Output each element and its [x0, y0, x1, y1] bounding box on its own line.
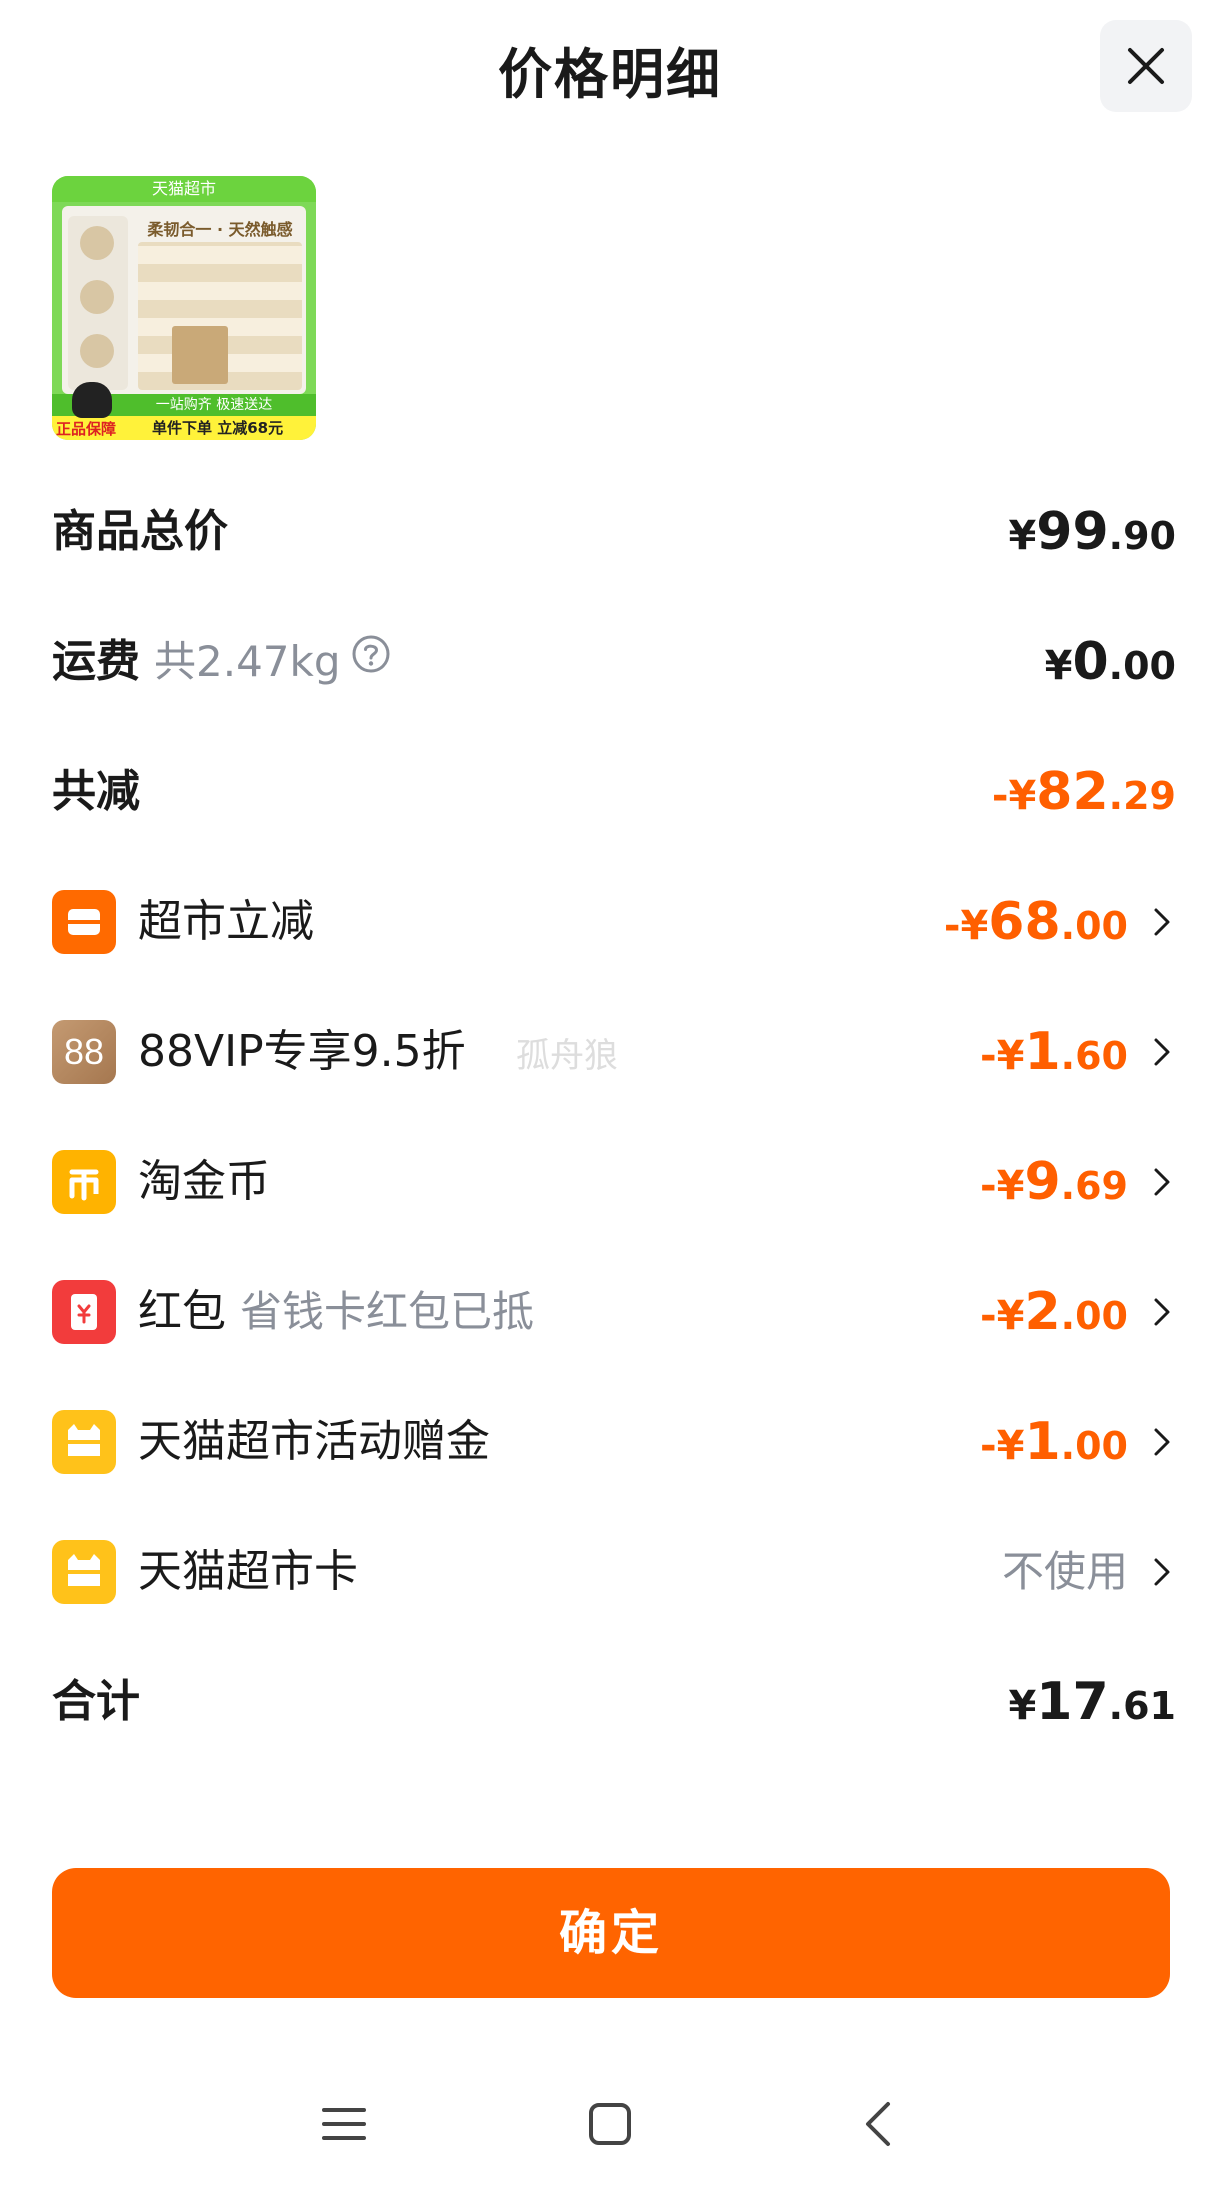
product-thumbnail[interactable]: 天猫超市 柔韧合一 · 天然触感 一站购齐 极速送达 单件下单 立减68元 正品…	[52, 176, 316, 440]
total-discount-amount: -¥82.29	[991, 762, 1176, 822]
red-packet-label: 红包 省钱卡红包已抵	[138, 1286, 535, 1337]
coins-amount: -¥9.69	[980, 1152, 1128, 1212]
row-coins[interactable]: 淘金币 -¥9.69	[52, 1142, 1176, 1222]
red-packet-amount: -¥2.00	[980, 1282, 1128, 1342]
tmall-cat-logo	[72, 382, 112, 418]
question-circle-icon[interactable]	[351, 620, 391, 700]
supermarket-icon	[52, 890, 116, 954]
chevron-right-icon	[1154, 1298, 1170, 1326]
shipping-label: 运费 共2.47kg	[52, 622, 391, 702]
price-detail-sheet: 价格明细 天猫超市 柔韧合一 · 天然触感 一站购齐 极速送达 单件下单 立减6…	[0, 0, 1220, 2186]
vip-88-icon: 88	[52, 1020, 116, 1084]
grand-total-label: 合计	[52, 1676, 140, 1727]
row-total-discount: 共减 -¥82.29	[52, 752, 1176, 832]
chevron-right-icon	[1154, 908, 1170, 936]
tissue-box-image	[172, 326, 228, 384]
thumb-authentic-badge: 正品保障	[56, 420, 117, 438]
header: 价格明细	[0, 0, 1220, 140]
goods-total-label: 商品总价	[52, 506, 228, 557]
supermarket-card-icon	[52, 1540, 116, 1604]
system-nav-bar	[0, 2080, 1220, 2186]
thumb-store-label: 天猫超市	[52, 176, 316, 202]
row-supermarket-discount[interactable]: 超市立减 -¥68.00	[52, 882, 1176, 962]
row-goods-total: 商品总价 ¥99.90	[52, 492, 1176, 572]
menu-icon[interactable]	[314, 2094, 374, 2154]
confirm-button[interactable]: 确定	[52, 1868, 1170, 1998]
coin-icon	[52, 1150, 116, 1214]
supermarket-discount-amount: -¥68.00	[943, 892, 1128, 952]
goods-total-amount: ¥99.90	[1008, 502, 1176, 562]
supermarket-card-value: 不使用	[1001, 1547, 1128, 1596]
chevron-right-icon	[1154, 1038, 1170, 1066]
row-activity-bonus[interactable]: 天猫超市活动赠金 -¥1.00	[52, 1402, 1176, 1482]
total-discount-label: 共减	[52, 766, 140, 817]
back-chevron-icon[interactable]	[850, 2094, 910, 2154]
row-grand-total: 合计 ¥17.61	[52, 1662, 1176, 1742]
grand-total-amount: ¥17.61	[1008, 1672, 1176, 1732]
page-title: 价格明细	[498, 43, 722, 106]
close-button[interactable]	[1100, 20, 1192, 112]
thumb-feature-column	[68, 216, 128, 390]
thumb-slogan: 柔韧合一 · 天然触感	[147, 220, 293, 239]
red-packet-icon	[52, 1280, 116, 1344]
chevron-right-icon	[1154, 1428, 1170, 1456]
home-square-icon[interactable]	[580, 2094, 640, 2154]
vip-discount-amount: -¥1.60	[980, 1022, 1128, 1082]
watermark: 孤舟狼	[516, 1036, 618, 1076]
shipping-weight: 共2.47kg	[154, 637, 341, 686]
row-supermarket-card[interactable]: 天猫超市卡 不使用	[52, 1532, 1176, 1612]
activity-bonus-amount: -¥1.00	[980, 1412, 1128, 1472]
row-red-packet[interactable]: 红包 省钱卡红包已抵 -¥2.00	[52, 1272, 1176, 1352]
vip-discount-label: 88VIP专享9.5折	[138, 1026, 466, 1077]
cat-card-icon	[52, 1410, 116, 1474]
chevron-right-icon	[1154, 1558, 1170, 1586]
close-icon	[1128, 48, 1164, 84]
supermarket-card-label: 天猫超市卡	[138, 1546, 358, 1597]
chevron-right-icon	[1154, 1168, 1170, 1196]
supermarket-discount-label: 超市立减	[138, 896, 314, 947]
red-packet-note: 省钱卡红包已抵	[240, 1287, 535, 1336]
activity-bonus-label: 天猫超市活动赠金	[138, 1416, 490, 1467]
shipping-amount: ¥0.00	[1044, 632, 1176, 692]
coins-label: 淘金币	[138, 1156, 270, 1207]
row-shipping: 运费 共2.47kg ¥0.00	[52, 622, 1176, 702]
